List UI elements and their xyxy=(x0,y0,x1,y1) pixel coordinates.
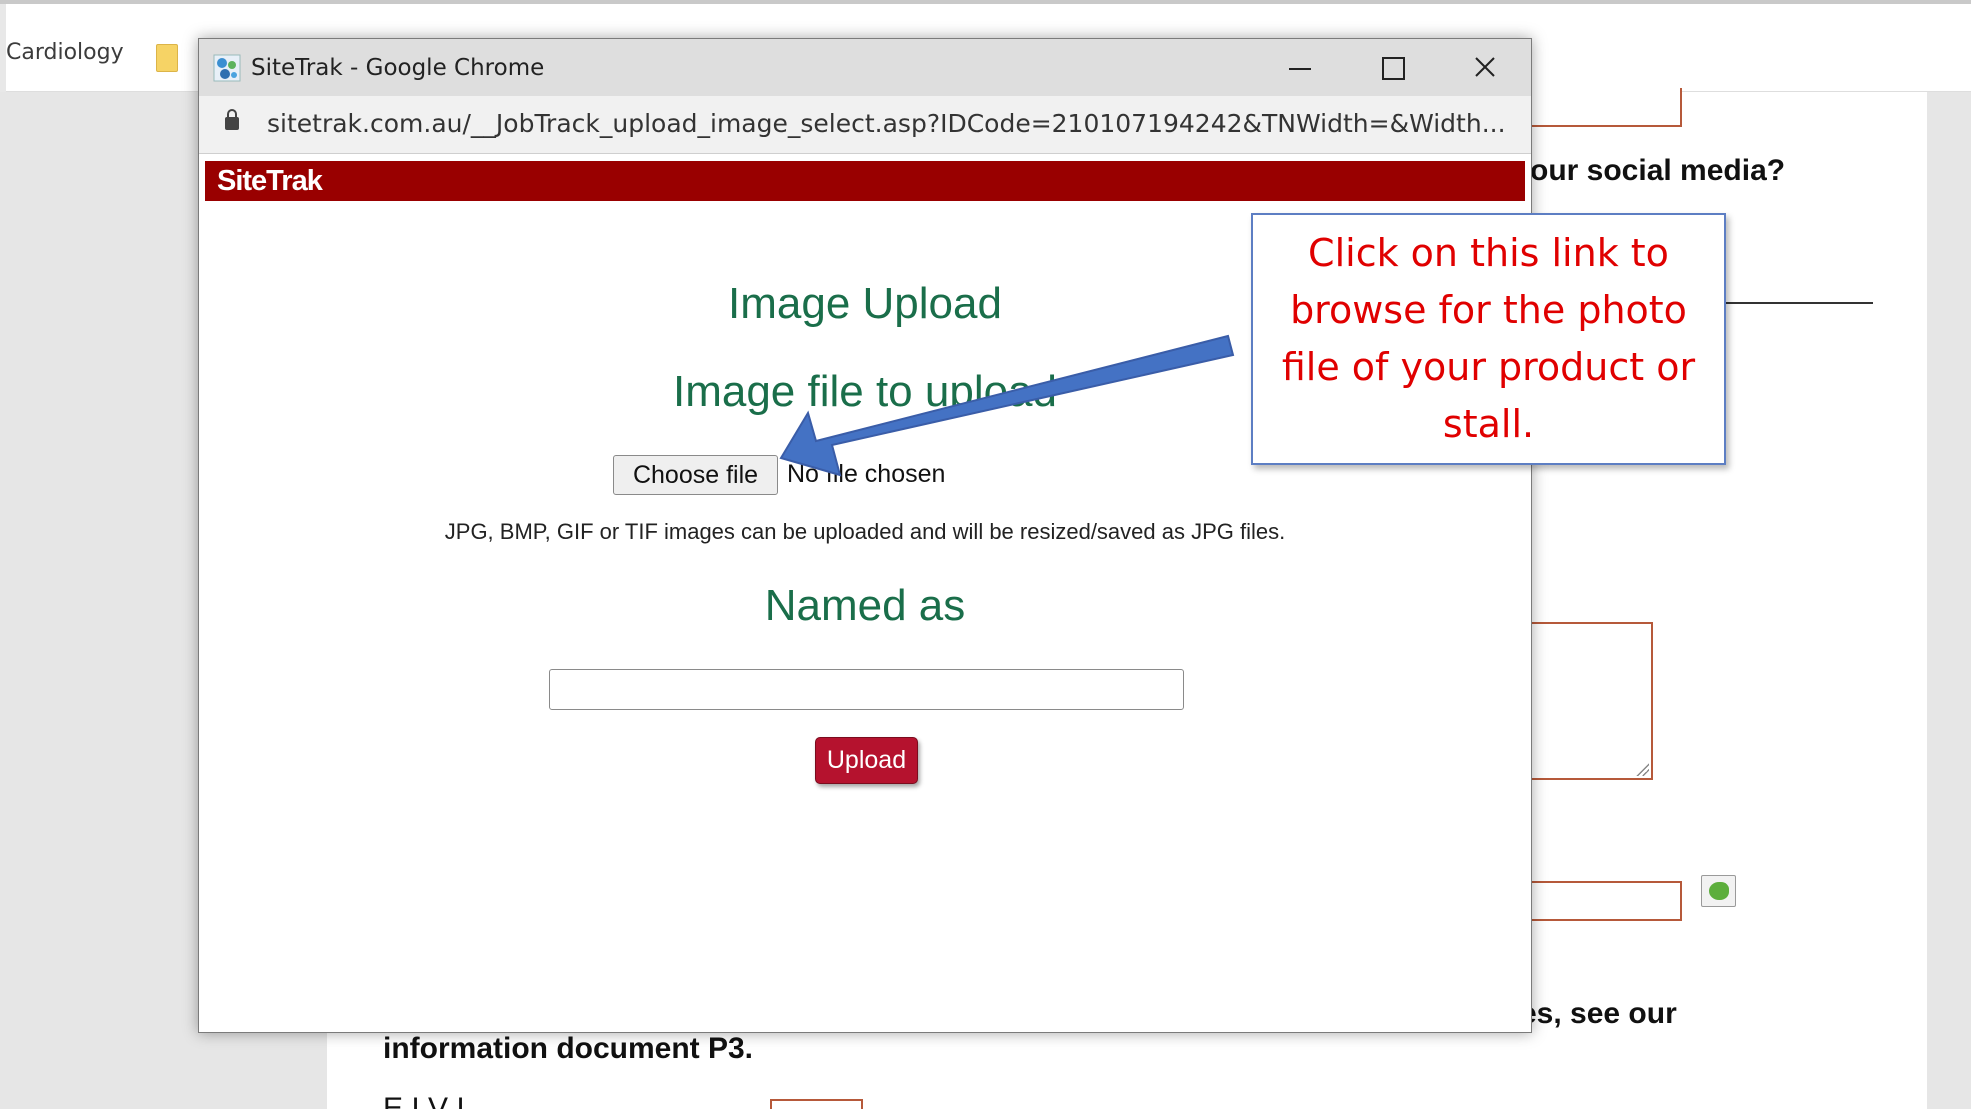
resize-grip-icon[interactable] xyxy=(1635,762,1649,776)
see-our-text: es, see our xyxy=(1520,997,1677,1030)
sitetrak-app-icon xyxy=(213,54,241,82)
url-text[interactable]: sitetrak.com.au/__JobTrack_upload_image_… xyxy=(267,109,1527,138)
callout-box: Click on this link to browse for the pho… xyxy=(1251,213,1726,465)
leaf-icon xyxy=(1709,882,1729,900)
maximize-button[interactable] xyxy=(1349,39,1437,96)
close-icon xyxy=(1475,57,1495,77)
cut-off-label: E I V I xyxy=(383,1092,465,1109)
upload-button[interactable]: Upload xyxy=(815,737,918,784)
window-title: SiteTrak - Google Chrome xyxy=(251,55,545,81)
address-bar[interactable]: sitetrak.com.au/__JobTrack_upload_image_… xyxy=(199,96,1531,154)
social-media-question: our social media? xyxy=(1530,154,1786,187)
callout-text: Click on this link to browse for the pho… xyxy=(1281,231,1696,446)
named-as-input[interactable] xyxy=(549,669,1184,710)
page-margin-right xyxy=(1927,92,1971,1109)
lock-icon[interactable] xyxy=(225,109,239,130)
site-logo: SiteTrak xyxy=(217,165,323,197)
choose-file-button[interactable]: Choose file xyxy=(613,455,778,495)
window-titlebar[interactable]: SiteTrak - Google Chrome xyxy=(199,39,1531,96)
site-header-bar: SiteTrak xyxy=(205,161,1525,201)
minimize-button[interactable] xyxy=(1256,39,1344,96)
file-status-text: No file chosen xyxy=(787,460,946,488)
file-type-hint: JPG, BMP, GIF or TIF images can be uploa… xyxy=(444,519,1286,544)
folder-icon[interactable] xyxy=(156,44,178,72)
information-document-text: information document P3. xyxy=(383,1032,754,1065)
close-button[interactable] xyxy=(1441,39,1529,96)
named-as-heading: Named as xyxy=(764,581,966,630)
background-input-cutoff[interactable] xyxy=(770,1099,863,1109)
image-picker-icon[interactable] xyxy=(1701,875,1736,907)
upload-popup-window: SiteTrak - Google Chrome sitetrak.com.au… xyxy=(198,38,1532,1033)
bookmark-cardiology[interactable]: Cardiology xyxy=(6,40,124,65)
